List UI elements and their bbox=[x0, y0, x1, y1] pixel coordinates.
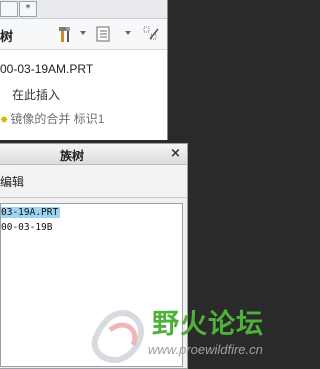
filter-dropdown-icon[interactable] bbox=[125, 31, 131, 35]
tree-item-root[interactable]: 00-03-19AM.PRT bbox=[0, 62, 93, 76]
menu-edit[interactable]: 编辑 bbox=[0, 173, 24, 190]
list-item[interactable]: 03-19A.PRT bbox=[1, 207, 61, 218]
model-tree-panel: * 树 00-03-19AM.PRT 在此插入 ✸ 镜像的合并 标识1 bbox=[0, 0, 168, 140]
tree-item-insert-here[interactable]: 在此插入 bbox=[12, 86, 60, 103]
watermark-url: www.proewildfire.cn bbox=[148, 342, 263, 357]
tab-folder[interactable] bbox=[0, 1, 18, 17]
hammer-settings-icon[interactable] bbox=[57, 25, 75, 43]
model-tree-title: 树 bbox=[0, 30, 14, 45]
tree-item-mirror-merge-label: 镜像的合并 标识1 bbox=[10, 112, 105, 126]
panel-tab-bar: * bbox=[0, 0, 167, 19]
dialog-menu-bar: 编辑 bbox=[0, 165, 187, 198]
feature-star-icon: ✸ bbox=[0, 115, 9, 126]
close-icon[interactable]: × bbox=[170, 146, 181, 161]
dialog-title-bar[interactable]: 族树 × bbox=[0, 144, 187, 165]
tree-filter-icon[interactable] bbox=[95, 25, 113, 43]
watermark-text: 野火论坛 bbox=[152, 309, 264, 340]
tree-item-mirror-merge[interactable]: ✸ 镜像的合并 标识1 bbox=[0, 110, 104, 127]
dialog-title: 族树 bbox=[60, 149, 85, 163]
show-columns-icon[interactable] bbox=[142, 25, 160, 43]
list-item[interactable]: 00-03-19B bbox=[1, 222, 52, 233]
settings-dropdown-icon[interactable] bbox=[80, 31, 86, 35]
tab-star[interactable]: * bbox=[19, 1, 37, 17]
